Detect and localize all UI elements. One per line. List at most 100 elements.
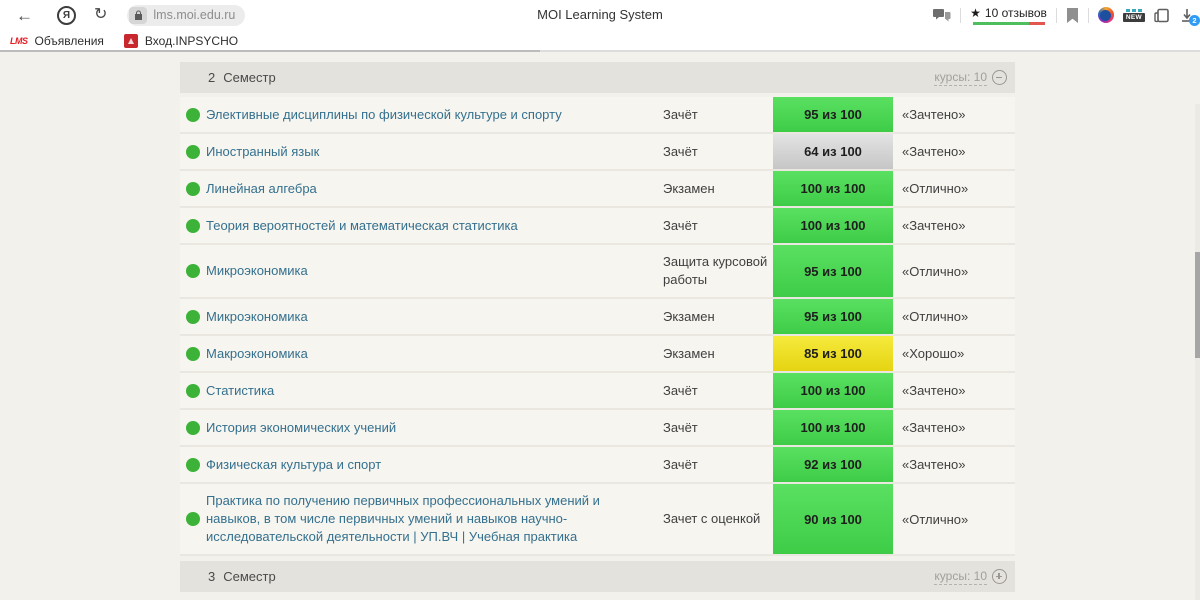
table-row: Макроэкономика Экзамен 85 из 100 «Хорошо… — [180, 336, 1015, 373]
score-badge: 100 из 100 — [773, 171, 893, 206]
exam-type-label: Зачёт — [663, 217, 698, 233]
semester-label: Семестр — [223, 70, 276, 85]
course-link[interactable]: История экономических учений — [206, 411, 663, 445]
semester-number: 2 — [208, 70, 216, 85]
collapse-icon[interactable] — [992, 70, 1007, 85]
grade-label: «Отлично» — [902, 511, 969, 527]
grade-label: «Хорошо» — [902, 346, 965, 361]
bookmark-lms[interactable]: LMS Объявления — [10, 34, 104, 48]
lock-icon[interactable] — [129, 6, 148, 24]
status-dot-icon — [180, 457, 206, 472]
score-badge: 100 из 100 — [773, 208, 893, 243]
expand-icon[interactable] — [992, 569, 1007, 584]
exam-type-label: Защита курсовой работы — [663, 254, 768, 287]
score-badge: 90 из 100 — [773, 484, 893, 554]
score-badge: 95 из 100 — [773, 97, 893, 132]
browser-chrome: ← Я ↻ lms.moi.edu.ru MOI Learning System… — [0, 0, 1200, 52]
status-dot-icon — [180, 144, 206, 159]
site-reviews-widget[interactable]: ★ 10 отзывов — [970, 6, 1047, 25]
table-row: История экономических учений Зачёт 100 и… — [180, 410, 1015, 447]
semester-label: Семестр — [223, 569, 276, 584]
grade-label: «Зачтено» — [902, 144, 966, 159]
bookmarks-bar: LMS Объявления Вход.INPSYCHO — [0, 30, 1200, 52]
status-dot-icon — [180, 383, 206, 398]
dialogs-icon[interactable] — [933, 8, 951, 23]
course-link[interactable]: Микроэкономика — [206, 254, 663, 288]
status-dot-icon — [180, 309, 206, 324]
score-badge: 85 из 100 — [773, 336, 893, 371]
course-link[interactable]: Теория вероятностей и математическая ста… — [206, 209, 663, 243]
course-link[interactable]: Иностранный язык — [206, 135, 663, 169]
score-badge: 95 из 100 — [773, 245, 893, 297]
exam-type-label: Экзамен — [663, 345, 715, 361]
table-row: Статистика Зачёт 100 из 100 «Зачтено» — [180, 373, 1015, 410]
table-row: Микроэкономика Экзамен 95 из 100 «Отличн… — [180, 299, 1015, 336]
course-link[interactable]: Статистика — [206, 374, 663, 408]
score-badge: 64 из 100 — [773, 134, 893, 169]
course-link[interactable]: Макроэкономика — [206, 337, 663, 371]
reload-icon[interactable]: ↻ — [88, 7, 113, 23]
status-dot-icon — [180, 512, 206, 526]
courses-count-link[interactable]: курсы: 10 — [934, 569, 987, 585]
score-badge: 100 из 100 — [773, 410, 893, 445]
bookmark-label: Объявления — [34, 34, 104, 48]
exam-type-label: Зачёт — [663, 106, 698, 122]
new-badge-label: NEW — [1122, 12, 1145, 22]
divider — [960, 7, 962, 23]
exam-type-label: Зачёт — [663, 143, 698, 159]
exam-type-label: Зачёт — [663, 456, 698, 472]
table-row: Теория вероятностей и математическая ста… — [180, 208, 1015, 245]
page-title: MOI Learning System — [537, 7, 663, 22]
semester-3-header: 3 Семестр курсы: 10 — [180, 561, 1015, 592]
extension-icon[interactable] — [1097, 7, 1114, 23]
table-row: Линейная алгебра Экзамен 100 из 100 «Отл… — [180, 171, 1015, 208]
lms-page: 2 Семестр курсы: 10 Элективные дисциплин… — [0, 52, 1200, 600]
status-dot-icon — [180, 346, 206, 361]
bookmark-inpsycho[interactable]: Вход.INPSYCHO — [123, 34, 239, 48]
score-badge: 100 из 100 — [773, 373, 893, 408]
grade-label: «Отлично» — [902, 309, 969, 324]
course-link[interactable]: Практика по получению первичных професси… — [206, 484, 663, 554]
address-bar[interactable]: lms.moi.edu.ru — [127, 4, 246, 26]
table-row: Микроэкономика Защита курсовой работы 95… — [180, 245, 1015, 299]
courses-count-link[interactable]: курсы: 10 — [934, 70, 987, 86]
grade-label: «Зачтено» — [902, 218, 966, 233]
reviews-rating-bar — [972, 21, 1045, 25]
star-icon: ★ — [970, 5, 981, 20]
grade-label: «Отлично» — [902, 181, 969, 196]
inpsycho-favicon — [123, 34, 138, 48]
divider — [1087, 7, 1089, 23]
table-row: Элективные дисциплины по физической куль… — [180, 97, 1015, 134]
bookmark-label: Вход.INPSYCHO — [144, 34, 239, 48]
exam-type-label: Зачёт — [663, 382, 698, 398]
gradebook-table: 2 Семестр курсы: 10 Элективные дисциплин… — [180, 62, 1015, 596]
divider — [1055, 7, 1057, 23]
collections-icon[interactable] — [1154, 8, 1171, 23]
browser-toolbar: ← Я ↻ lms.moi.edu.ru MOI Learning System… — [0, 0, 1200, 30]
course-link[interactable]: Элективные дисциплины по физической куль… — [206, 98, 663, 132]
new-icon-dashes — [1125, 8, 1142, 12]
kinopoisk-new-icon[interactable]: NEW — [1122, 8, 1145, 22]
url-text: lms.moi.edu.ru — [153, 8, 236, 22]
status-dot-icon — [180, 264, 206, 278]
course-link[interactable]: Линейная алгебра — [206, 172, 663, 206]
status-dot-icon — [180, 420, 206, 435]
course-link[interactable]: Микроэкономика — [206, 300, 663, 334]
extension-icon-center — [1100, 9, 1112, 21]
bookmark-flag-icon[interactable] — [1066, 7, 1079, 23]
status-dot-icon — [180, 218, 206, 233]
scrollbar-thumb[interactable] — [1195, 252, 1200, 358]
grade-label: «Зачтено» — [902, 420, 966, 435]
toolbar-right-icons: ★ 10 отзывов NEW 2 — [933, 0, 1200, 30]
exam-type-label: Зачет с оценкой — [663, 511, 761, 526]
status-dot-icon — [180, 107, 206, 122]
grade-label: «Отлично» — [902, 263, 969, 279]
reviews-label: 10 отзывов — [984, 5, 1047, 20]
yandex-logo-icon[interactable]: Я — [57, 5, 76, 25]
table-row: Физическая культура и спорт Зачёт 92 из … — [180, 447, 1015, 484]
back-icon[interactable]: ← — [10, 7, 39, 24]
downloads-icon[interactable]: 2 — [1180, 8, 1200, 26]
course-link[interactable]: Физическая культура и спорт — [206, 448, 663, 482]
semester-2-header: 2 Семестр курсы: 10 — [180, 62, 1015, 93]
exam-type-label: Экзамен — [663, 308, 715, 324]
